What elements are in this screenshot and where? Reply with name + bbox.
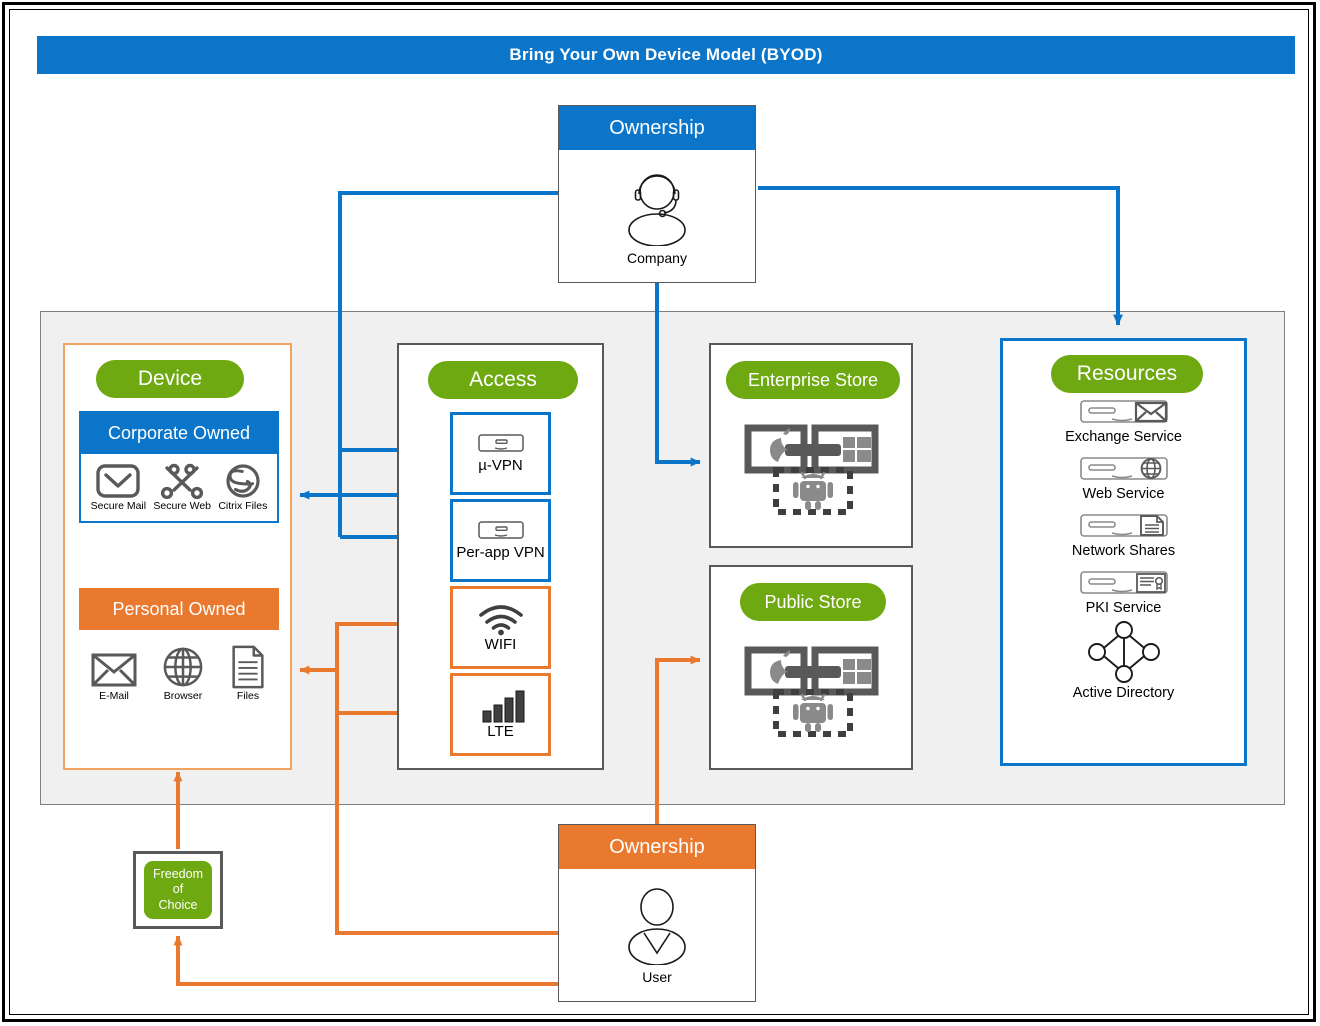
freedom-of-choice-box: Freedom of Choice bbox=[133, 851, 223, 929]
byod-diagram: Bring Your Own Device Model (BYOD) Owner… bbox=[0, 0, 1320, 1026]
corporate-owned-box: Corporate Owned Secure Mail Secure Web C… bbox=[79, 411, 279, 523]
ownership-user-box: Ownership User bbox=[558, 824, 756, 1002]
app-files[interactable]: Files bbox=[229, 645, 267, 703]
app-store-platforms-icon bbox=[743, 642, 883, 742]
wifi-icon bbox=[475, 602, 527, 636]
device-section: Device Corporate Owned Secure Mail Secur… bbox=[63, 343, 292, 770]
person-icon bbox=[621, 885, 693, 965]
signal-bars-icon bbox=[475, 689, 527, 723]
server-mail-icon bbox=[1079, 399, 1169, 427]
directory-tree-icon bbox=[1087, 621, 1161, 683]
person-headset-icon bbox=[621, 168, 693, 246]
public-store-title-badge: Public Store bbox=[740, 583, 886, 621]
foc-line-2: of bbox=[172, 882, 184, 897]
resource-pki-service-label: PKI Service bbox=[1085, 600, 1162, 616]
resources-title-badge: Resources bbox=[1051, 355, 1203, 393]
access-item-per-app-vpn-label: Per-app VPN bbox=[456, 544, 545, 561]
secure-web-icon bbox=[160, 463, 204, 499]
enterprise-store-title-badge: Enterprise Store bbox=[726, 361, 900, 399]
server-certificate-icon bbox=[1079, 570, 1169, 598]
access-title-badge: Access bbox=[428, 361, 578, 399]
app-secure-mail[interactable]: Secure Mail bbox=[91, 463, 146, 513]
corporate-owned-title: Corporate Owned bbox=[81, 413, 277, 454]
server-icon bbox=[477, 433, 525, 457]
server-icon bbox=[477, 520, 525, 544]
ownership-company-header: Ownership bbox=[559, 106, 755, 150]
envelope-icon bbox=[91, 651, 137, 689]
access-item-lte-label: LTE bbox=[487, 723, 514, 740]
diagram-title: Bring Your Own Device Model (BYOD) bbox=[37, 36, 1295, 74]
resource-network-shares-label: Network Shares bbox=[1071, 543, 1176, 559]
resource-exchange-service[interactable]: Exchange Service bbox=[1003, 399, 1244, 445]
server-globe-icon bbox=[1079, 456, 1169, 484]
resources-section: Resources Exchange Service Web Service N… bbox=[1000, 338, 1247, 766]
access-item-uvpn-label: µ-VPN bbox=[478, 457, 523, 474]
app-secure-web[interactable]: Secure Web bbox=[153, 463, 211, 513]
globe-icon bbox=[161, 647, 205, 689]
resource-web-service-label: Web Service bbox=[1082, 486, 1165, 502]
app-secure-mail-label: Secure Mail bbox=[90, 500, 147, 512]
document-icon bbox=[229, 645, 267, 689]
foc-line-3: Choice bbox=[158, 897, 198, 912]
resource-network-shares[interactable]: Network Shares bbox=[1003, 513, 1244, 559]
app-citrix-files-label: Citrix Files bbox=[218, 500, 268, 512]
foc-line-1: Freedom bbox=[152, 866, 204, 881]
resource-web-service[interactable]: Web Service bbox=[1003, 456, 1244, 502]
resource-active-directory[interactable]: Active Directory bbox=[1003, 621, 1244, 701]
personal-owned-title: Personal Owned bbox=[79, 588, 279, 630]
app-store-platforms-icon bbox=[743, 420, 883, 520]
resource-active-directory-label: Active Directory bbox=[1072, 685, 1175, 701]
resource-exchange-service-label: Exchange Service bbox=[1065, 429, 1182, 445]
app-citrix-files[interactable]: Citrix Files bbox=[218, 463, 267, 513]
device-title-badge: Device bbox=[96, 360, 244, 398]
enterprise-store-section: Enterprise Store bbox=[709, 343, 913, 548]
access-section: Access µ-VPN Per-app VPN WIFI LTE bbox=[397, 343, 604, 770]
app-browser[interactable]: Browser bbox=[161, 647, 205, 703]
ownership-user-header: Ownership bbox=[559, 825, 755, 869]
access-item-uvpn[interactable]: µ-VPN bbox=[450, 412, 551, 495]
ownership-user-caption: User bbox=[642, 969, 672, 985]
freedom-of-choice-badge: Freedom of Choice bbox=[144, 861, 212, 919]
citrix-files-icon bbox=[221, 463, 265, 499]
access-item-per-app-vpn[interactable]: Per-app VPN bbox=[450, 499, 551, 582]
ownership-company-box: Ownership Company bbox=[558, 105, 756, 283]
app-email[interactable]: E-Mail bbox=[91, 651, 137, 703]
resource-pki-service[interactable]: PKI Service bbox=[1003, 570, 1244, 616]
app-secure-web-label: Secure Web bbox=[153, 500, 212, 512]
access-item-wifi-label: WIFI bbox=[484, 636, 517, 653]
secure-mail-icon bbox=[96, 463, 141, 499]
app-files-label: Files bbox=[236, 690, 260, 702]
public-store-section: Public Store bbox=[709, 565, 913, 770]
access-item-lte[interactable]: LTE bbox=[450, 673, 551, 756]
server-document-icon bbox=[1079, 513, 1169, 541]
access-item-wifi[interactable]: WIFI bbox=[450, 586, 551, 669]
ownership-company-caption: Company bbox=[627, 250, 687, 266]
app-email-label: E-Mail bbox=[99, 690, 129, 702]
app-browser-label: Browser bbox=[163, 690, 203, 702]
